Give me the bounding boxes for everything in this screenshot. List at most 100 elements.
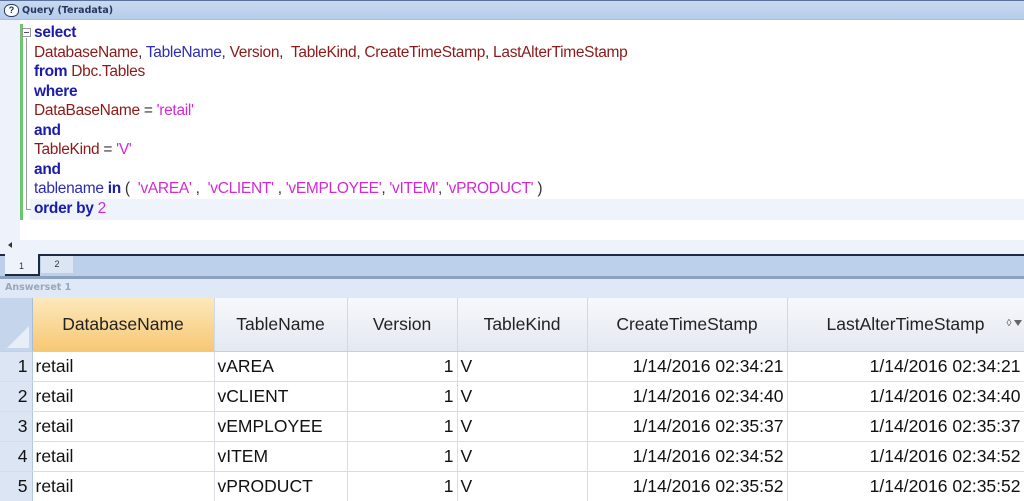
cell-createtimestamp[interactable]: 1/14/2016 02:34:21 <box>587 351 788 382</box>
cell-createtimestamp[interactable]: 1/14/2016 02:35:37 <box>587 411 788 442</box>
code-token: = <box>139 102 157 119</box>
collapse-icon[interactable] <box>22 28 31 37</box>
scroll-left-arrow-icon[interactable] <box>8 242 12 248</box>
cell-tablename[interactable]: vAREA <box>214 351 348 382</box>
column-header-createtimestamp[interactable]: CreateTimeStamp <box>587 298 788 352</box>
row-number[interactable]: 5 <box>0 471 33 501</box>
cell-lastaltertimestamp[interactable]: 1/14/2016 02:35:37 <box>787 411 1024 442</box>
table-row[interactable]: 5 retail vPRODUCT 1 V 1/14/2016 02:35:52 1/14/… <box>0 471 1024 501</box>
cell-tablekind[interactable]: V <box>457 351 588 382</box>
grid-body: 1 retail vAREA 1 V 1/14/2016 02:34:21 1/14/201… <box>0 351 1024 501</box>
splitter[interactable] <box>0 276 1024 279</box>
fold-guide-end <box>26 209 31 210</box>
cell-version[interactable]: 1 <box>347 441 458 472</box>
column-header-lastaltertimestamp-label: LastAlterTimeStamp <box>826 313 985 334</box>
column-header-databasename[interactable]: DatabaseName <box>32 298 215 352</box>
cell-tablename[interactable]: vEMPLOYEE <box>214 411 348 442</box>
cell-tablekind[interactable]: V <box>457 381 588 412</box>
code-token: and <box>34 160 61 178</box>
cell-createtimestamp[interactable]: 1/14/2016 02:34:40 <box>587 381 788 412</box>
column-header-version[interactable]: Version <box>347 298 458 352</box>
code-line[interactable]: tablename in ( 'vAREA' , 'vCLIENT' , 'vE… <box>34 179 627 199</box>
tab-answerset-2[interactable]: 2 <box>41 256 73 273</box>
code-token: ) <box>533 180 543 197</box>
sql-editor[interactable]: select DatabaseName, TableName, Version, … <box>0 20 1024 254</box>
results-grid[interactable]: DatabaseName TableName Version TableKind… <box>0 298 1024 501</box>
code-token: , <box>273 180 286 197</box>
cell-tablekind[interactable]: V <box>457 441 588 472</box>
sort-diamond-icon[interactable]: ◊ <box>1007 318 1012 329</box>
code-token: Version <box>229 43 280 61</box>
column-header-lastaltertimestamp[interactable]: LastAlterTimeStamp ◊ <box>787 298 1024 352</box>
code-line[interactable]: where <box>34 82 627 102</box>
code-token: DataBaseName <box>34 102 140 119</box>
fold-guide <box>26 38 27 210</box>
code-line[interactable]: and <box>34 160 627 180</box>
cell-tablename[interactable]: vITEM <box>214 441 348 472</box>
cell-version[interactable]: 1 <box>347 411 458 442</box>
cell-databasename[interactable]: retail <box>32 471 215 501</box>
tab-answerset-1[interactable]: 1 <box>5 254 40 276</box>
code-line[interactable]: select <box>34 23 627 43</box>
row-number[interactable]: 1 <box>0 351 33 382</box>
table-row[interactable]: 2 retail vCLIENT 1 V 1/14/2016 02:34:40 1/14/2… <box>0 381 1024 412</box>
cell-tablename[interactable]: vCLIENT <box>214 381 348 412</box>
table-row[interactable]: 1 retail vAREA 1 V 1/14/2016 02:34:21 1/14/201… <box>0 351 1024 382</box>
code-token: , <box>221 43 230 61</box>
code-token: 'vCLIENT' <box>207 180 274 197</box>
code-token: , <box>485 43 494 61</box>
code-line[interactable]: order by 2 <box>34 199 627 219</box>
code-token: in <box>107 180 121 197</box>
code-token: , <box>279 43 291 61</box>
answerset-label: Answerset 1 <box>5 282 72 293</box>
cell-tablekind[interactable]: V <box>457 411 588 442</box>
cell-version[interactable]: 1 <box>347 381 458 412</box>
code-token: 'retail' <box>156 102 194 119</box>
cell-lastaltertimestamp[interactable]: 1/14/2016 02:34:21 <box>787 351 1024 382</box>
cell-lastaltertimestamp[interactable]: 1/14/2016 02:35:52 <box>787 471 1024 501</box>
code-token: and <box>34 121 61 139</box>
code-line[interactable]: from Dbc.Tables <box>34 62 627 82</box>
cell-tablekind[interactable]: V <box>457 471 588 501</box>
column-header-tablekind[interactable]: TableKind <box>457 298 588 352</box>
row-number[interactable]: 3 <box>0 411 33 442</box>
cell-databasename[interactable]: retail <box>32 441 215 472</box>
code-token: DatabaseName <box>34 43 139 61</box>
code-line[interactable]: DatabaseName, TableName, Version, TableK… <box>34 43 628 63</box>
row-number[interactable]: 4 <box>0 441 33 472</box>
cell-databasename[interactable]: retail <box>32 381 215 412</box>
cell-createtimestamp[interactable]: 1/14/2016 02:35:52 <box>587 471 788 501</box>
code-token: where <box>34 82 78 100</box>
filter-funnel-icon[interactable] <box>1013 320 1022 327</box>
column-header-tablename[interactable]: TableName <box>214 298 348 352</box>
cell-databasename[interactable]: retail <box>32 411 215 442</box>
result-tabs: 1 2 <box>0 254 1024 276</box>
code-line[interactable]: TableKind = 'V' <box>34 140 627 160</box>
row-number[interactable]: 2 <box>0 381 33 412</box>
editor-margin <box>0 20 20 254</box>
cell-databasename[interactable]: retail <box>32 351 215 382</box>
query-help-icon: ? <box>4 3 19 17</box>
code-token: from <box>34 63 72 80</box>
code-token: 'vPRODUCT' <box>446 180 534 197</box>
window-title: Query (Teradata) <box>22 4 114 16</box>
window-titlebar: ? Query (Teradata) <box>0 0 1024 20</box>
cell-createtimestamp[interactable]: 1/14/2016 02:34:52 <box>587 441 788 472</box>
results-table: DatabaseName TableName Version TableKind… <box>0 298 1024 501</box>
code-lines[interactable]: select DatabaseName, TableName, Version, … <box>34 23 628 219</box>
table-row[interactable]: 3 retail vEMPLOYEE 1 V 1/14/2016 02:35:37 1/14… <box>0 411 1024 442</box>
table-row[interactable]: 4 retail vITEM 1 V 1/14/2016 02:34:52 1/14/201… <box>0 441 1024 472</box>
cell-version[interactable]: 1 <box>347 351 458 382</box>
select-all-corner[interactable] <box>0 298 33 352</box>
code-line[interactable]: and <box>34 121 627 141</box>
cell-lastaltertimestamp[interactable]: 1/14/2016 02:34:40 <box>787 381 1024 412</box>
code-token: ( <box>120 180 138 197</box>
code-token: = <box>99 141 117 158</box>
cell-tablename[interactable]: vPRODUCT <box>214 471 348 501</box>
cell-lastaltertimestamp[interactable]: 1/14/2016 02:34:52 <box>787 441 1024 472</box>
code-token: CreateTimeStamp <box>364 43 486 61</box>
code-line[interactable]: DataBaseName = 'retail' <box>34 101 627 121</box>
cell-version[interactable]: 1 <box>347 471 458 501</box>
code-token: TableName <box>145 43 222 61</box>
code-token: TableKind <box>34 141 100 158</box>
